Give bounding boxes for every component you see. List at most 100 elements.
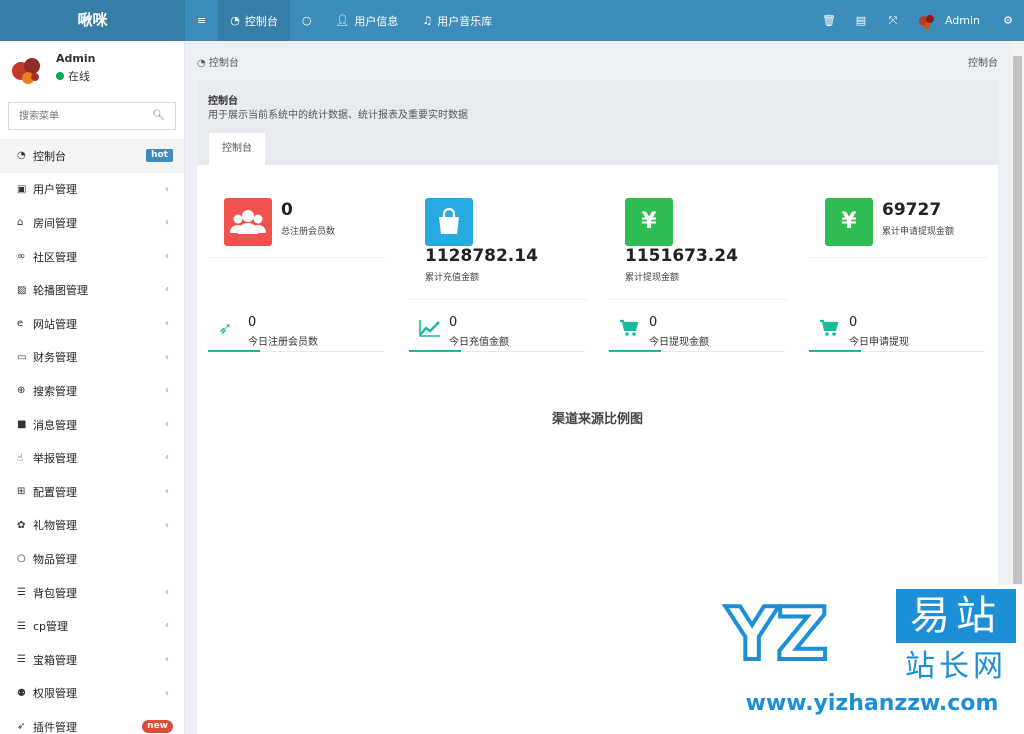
sidebar-item-website[interactable]: e 网站管理 ‹ — [0, 307, 184, 341]
sidebar-item-label: 财务管理 — [33, 351, 77, 365]
status-dot-icon — [56, 72, 64, 80]
sidebar-item-search[interactable]: ⊕ 搜索管理 ‹ — [0, 374, 184, 408]
tab-user-music[interactable]: ♫ 用户音乐库 — [410, 0, 504, 41]
watermark: YZ 易站 站长网 www.yizhanzzw.com — [718, 585, 1024, 734]
sidebar-item-label: 插件管理 — [33, 720, 77, 734]
stat-total-withdraw: ¥ 1151673.24 累计提现金额 — [609, 186, 787, 300]
rocket-icon: ➶ — [17, 721, 26, 733]
today-value: 0 — [248, 315, 257, 330]
stat-label: 累计提现金额 — [625, 273, 680, 283]
today-withdraw: 0 今日提现金额 — [609, 309, 785, 352]
online-status: 在线 — [56, 68, 90, 84]
sidebar-item-label: 礼物管理 — [33, 519, 77, 533]
sidebar-item-finance[interactable]: ▭ 财务管理 ‹ — [0, 341, 184, 375]
user-menu[interactable]: Admin — [909, 9, 992, 33]
users-icon — [224, 198, 272, 246]
sitemap-icon: ⊞ — [17, 486, 26, 498]
sidebar-item-gifts[interactable]: ✿ 礼物管理 ‹ — [0, 509, 184, 543]
top-nav-right: 🗑︎ ▤ ⤧ Admin ⚙ — [813, 0, 1024, 41]
scrollbar-thumb[interactable] — [1013, 56, 1022, 584]
sidebar-item-label: 网站管理 — [33, 317, 77, 331]
chevron-left-icon: ‹ — [165, 586, 169, 598]
sidebar-item-label: 搜索管理 — [33, 384, 77, 398]
list-icon: ☰ — [17, 654, 26, 666]
sidebar-item-label: 轮播图管理 — [33, 284, 88, 298]
search-icon[interactable]: 🔍︎ — [152, 110, 165, 121]
tab-user-info[interactable]: 👤︎ 用户信息 — [323, 0, 410, 41]
stat-total-recharge: 1128782.14 累计充值金额 — [409, 186, 587, 300]
sidebar-item-cp[interactable]: ☰ cp管理 ‹ — [0, 609, 184, 643]
list-icon: ☰ — [17, 620, 26, 632]
bank-icon: ⌂ — [17, 217, 24, 229]
progress-bar — [609, 350, 661, 352]
ie-icon: e — [17, 318, 24, 330]
search-icon: ⊕ — [17, 385, 26, 397]
chevron-left-icon: ‹ — [165, 351, 169, 363]
message-icon: ■ — [17, 419, 27, 431]
sidebar-item-treasure[interactable]: ☰ 宝箱管理 ‹ — [0, 643, 184, 677]
tab-label: 用户信息 — [354, 14, 399, 28]
sidebar-item-permissions[interactable]: ⚉ 权限管理 ‹ — [0, 677, 184, 711]
top-nav: ≡ ◔ 控制台 ○ 👤︎ 用户信息 ♫ 用户音乐库 — [185, 0, 504, 41]
sidebar-item-community[interactable]: ∞ 社区管理 ‹ — [0, 240, 184, 274]
sidebar-item-dashboard[interactable]: ◔ 控制台 hot — [0, 139, 184, 173]
chevron-left-icon: ‹ — [165, 250, 169, 262]
watermark-cn-top: 易站 — [896, 589, 1016, 643]
tab-console[interactable]: 控制台 — [209, 133, 265, 165]
sidebar-item-backpack[interactable]: ☰ 背包管理 ‹ — [0, 576, 184, 610]
dashboard-icon: ◔ — [17, 150, 26, 162]
sidebar-item-label: cp管理 — [33, 620, 69, 634]
sidebar-item-label: 配置管理 — [33, 485, 77, 499]
sidebar-item-carousel[interactable]: ▨ 轮播图管理 ‹ — [0, 273, 184, 307]
image-icon: ▨ — [17, 284, 27, 296]
avatar — [918, 14, 934, 29]
today-value: 0 — [849, 315, 858, 330]
breadcrumb[interactable]: ◔ 控制台 — [197, 54, 239, 69]
sidebar-item-rooms[interactable]: ⌂ 房间管理 ‹ — [0, 206, 184, 240]
bicycle-icon: ∞ — [17, 251, 26, 263]
chevron-left-icon: ‹ — [165, 317, 169, 329]
user-panel: Admin 在线 — [0, 41, 184, 99]
group-icon: ⚉ — [17, 687, 26, 699]
watermark-letters: YZ — [724, 590, 830, 678]
sidebar: Admin 在线 🔍︎ ◔ 控制台 hot ▣ 用户管理 ‹ ⌂ 房间管理 ‹ ∞ 社区管理 ‹… — [0, 41, 185, 734]
status-label: 在线 — [68, 70, 90, 83]
menu-search-input[interactable] — [9, 103, 149, 129]
menu-search: 🔍︎ — [8, 102, 176, 130]
stat-label: 累计充值金额 — [425, 273, 480, 283]
language-icon[interactable]: ▤ — [845, 14, 877, 27]
watermark-cn-bottom: 站长网 — [905, 649, 1007, 684]
chevron-left-icon: ‹ — [165, 452, 169, 464]
stat-value: 69727 — [882, 200, 942, 220]
app-logo[interactable]: 啾咪 — [0, 0, 185, 41]
sidebar-item-label: 房间管理 — [33, 216, 77, 230]
stat-label: 累计申请提现金额 — [882, 227, 955, 237]
sidebar-item-messages[interactable]: ■ 消息管理 ‹ — [0, 408, 184, 442]
trash-icon[interactable]: 🗑︎ — [813, 14, 845, 27]
today-label: 今日注册会员数 — [248, 337, 318, 348]
yen-icon: ¥ — [625, 198, 673, 246]
chevron-left-icon: ‹ — [165, 385, 169, 397]
sidebar-item-plugins[interactable]: ➶ 插件管理 new — [0, 710, 184, 734]
hot-badge: hot — [146, 149, 173, 162]
user-icon: ▣ — [17, 183, 27, 195]
stat-label: 总注册会员数 — [281, 227, 336, 237]
money-icon: ▭ — [17, 351, 27, 363]
shopping-bag-icon — [425, 198, 473, 246]
sidebar-item-label: 背包管理 — [33, 586, 77, 600]
cart-icon — [619, 319, 639, 342]
tab-circle[interactable]: ○ — [290, 0, 324, 41]
tab-dashboard[interactable]: ◔ 控制台 — [218, 0, 290, 41]
circle-icon: ○ — [17, 553, 26, 565]
fullscreen-icon[interactable]: ⤧ — [877, 14, 909, 28]
cart-icon — [819, 319, 839, 342]
top-header: 啾咪 ≡ ◔ 控制台 ○ 👤︎ 用户信息 ♫ 用户音乐库 🗑︎ ▤ ⤧ Admi… — [0, 0, 1024, 41]
sidebar-item-label: 消息管理 — [33, 418, 77, 432]
sidebar-item-users[interactable]: ▣ 用户管理 ‹ — [0, 173, 184, 207]
sidebar-item-config[interactable]: ⊞ 配置管理 ‹ — [0, 475, 184, 509]
sidebar-item-items[interactable]: ○ 物品管理 — [0, 542, 184, 576]
menu-toggle-button[interactable]: ≡ — [185, 0, 218, 41]
settings-gears-icon[interactable]: ⚙ — [992, 14, 1024, 27]
list-icon: ☰ — [17, 587, 26, 599]
sidebar-item-reports[interactable]: ☝ 举报管理 ‹ — [0, 441, 184, 475]
